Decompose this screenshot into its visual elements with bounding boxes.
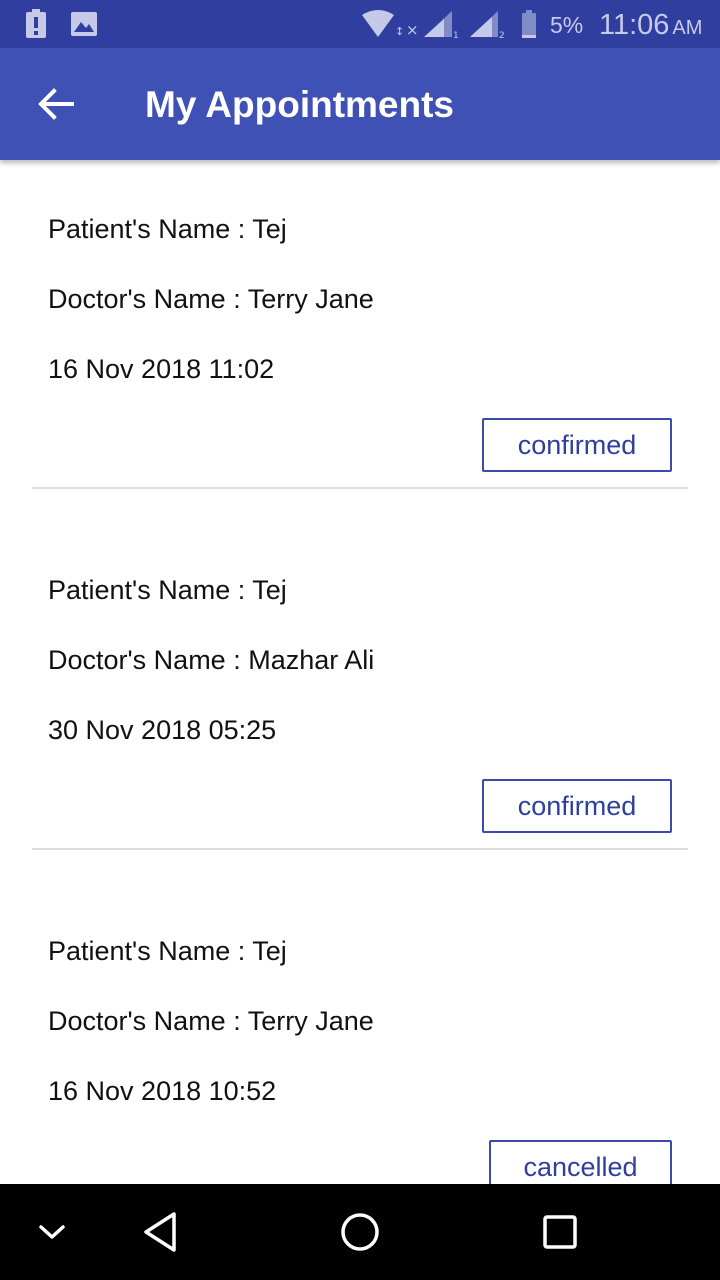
doctor-name: Doctor's Name : Terry Jane: [48, 1006, 374, 1036]
appointment-card[interactable]: Patient's Name : Tej Doctor's Name : Ter…: [0, 882, 720, 1184]
chevron-down-icon: [39, 1225, 65, 1239]
image-icon: [70, 0, 98, 48]
status-button[interactable]: cancelled: [489, 1140, 672, 1184]
nav-home-button[interactable]: [328, 1184, 392, 1280]
recents-square-icon: [543, 1215, 577, 1249]
svg-text:1: 1: [453, 31, 459, 39]
appointment-datetime: 16 Nov 2018 11:02: [48, 354, 275, 384]
home-circle-icon: [341, 1213, 379, 1251]
appointment-card[interactable]: Patient's Name : Tej Doctor's Name : Maz…: [0, 521, 720, 882]
back-button[interactable]: [24, 72, 88, 136]
clock-ampm: AM: [672, 17, 703, 39]
appointment-datetime: 30 Nov 2018 05:25: [48, 715, 277, 745]
status-button[interactable]: confirmed: [482, 779, 672, 833]
svg-text:×: ×: [406, 21, 418, 39]
clock-time: 11:06: [599, 9, 670, 41]
battery-icon: [520, 0, 538, 48]
page-title: My Appointments: [145, 84, 455, 125]
status-clock: 11:06 AM: [599, 0, 702, 48]
patient-name: Patient's Name : Tej: [48, 214, 287, 244]
doctor-name: Doctor's Name : Terry Jane: [48, 284, 374, 314]
battery-percent: 5%: [550, 12, 584, 38]
app-bar: My Appointments: [0, 48, 720, 160]
signal-sim2-icon: 2: [468, 0, 508, 48]
wifi-icon: ↕ ×: [362, 0, 418, 48]
doctor-name: Doctor's Name : Mazhar Ali: [48, 645, 375, 675]
nav-recents-button[interactable]: [528, 1184, 592, 1280]
divider: [32, 848, 688, 850]
signal-sim1-icon: 1: [422, 0, 462, 48]
svg-text:↕: ↕: [395, 25, 404, 38]
status-bar: ↕ × 1 2 5% 11:06 AM: [0, 0, 720, 48]
appointments-list[interactable]: Patient's Name : Tej Doctor's Name : Ter…: [0, 160, 720, 1184]
svg-text:2: 2: [499, 31, 505, 39]
battery-alert-icon: [22, 0, 50, 48]
patient-name: Patient's Name : Tej: [48, 575, 287, 605]
screen: ↕ × 1 2 5% 11:06 AM My Appointments Pati…: [0, 0, 720, 1280]
divider: [32, 487, 688, 489]
back-triangle-icon: [144, 1212, 176, 1252]
appointment-card[interactable]: Patient's Name : Tej Doctor's Name : Ter…: [0, 160, 720, 521]
nav-back-button[interactable]: [130, 1184, 190, 1280]
status-button[interactable]: confirmed: [482, 418, 672, 472]
appointment-datetime: 16 Nov 2018 10:52: [48, 1076, 277, 1106]
hide-keyboard-button[interactable]: [22, 1184, 82, 1280]
patient-name: Patient's Name : Tej: [48, 936, 287, 966]
arrow-left-icon: [38, 88, 74, 120]
navigation-bar: [0, 1184, 720, 1280]
